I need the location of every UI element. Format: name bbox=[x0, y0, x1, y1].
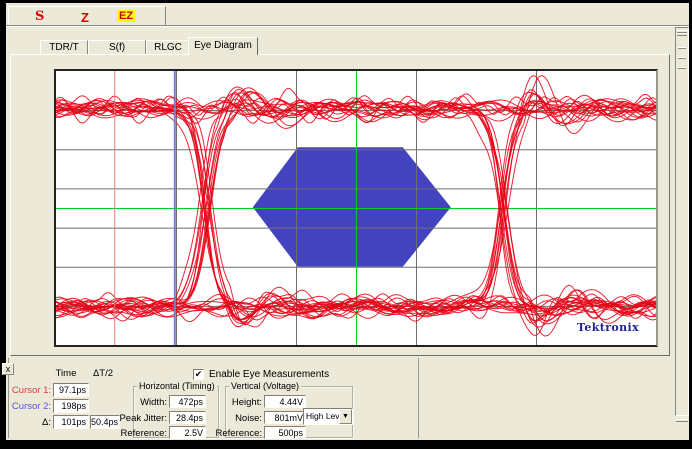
splitter-tick bbox=[678, 57, 686, 59]
noise-label: Noise: bbox=[210, 413, 262, 425]
tektronix-watermark: Tektronix bbox=[577, 321, 639, 334]
peak-jitter-label: Peak Jitter: bbox=[118, 413, 167, 425]
cursor1-time-field[interactable]: 97.1ps bbox=[53, 383, 89, 397]
enable-eye-measurements-checkbox[interactable]: ✔ bbox=[193, 369, 204, 380]
delta-half-field[interactable]: 50.4ps bbox=[90, 415, 120, 429]
width-label: Width: bbox=[118, 397, 167, 409]
app-window: S Z EZ TDR/T S(f) RLGC Eye Diagram 0s200… bbox=[0, 0, 692, 449]
toolbar-separator-highlight bbox=[6, 26, 689, 27]
splitter-grip[interactable] bbox=[677, 30, 687, 36]
z-line-icon[interactable]: Z bbox=[81, 10, 89, 25]
splitter-tick bbox=[678, 47, 686, 49]
eye-mask-hexagon bbox=[253, 147, 451, 266]
splitter-tick bbox=[678, 67, 686, 69]
column-header-delta-t2: ΔT/2 bbox=[86, 368, 120, 380]
horizontal-reference-field[interactable]: 2.5V bbox=[169, 426, 206, 439]
dropdown-arrow-icon[interactable]: ▼ bbox=[339, 409, 352, 424]
ez-icon[interactable]: EZ bbox=[117, 10, 135, 22]
splitter-bottom-grip[interactable] bbox=[676, 419, 688, 422]
tab-rlgc[interactable]: RLGC bbox=[146, 40, 190, 55]
noise-field[interactable]: 801mV bbox=[264, 411, 306, 424]
width-field[interactable]: 472ps bbox=[169, 395, 206, 408]
eye-diagram-plot[interactable]: Tektronix bbox=[54, 69, 658, 347]
close-measurement-panel-button[interactable]: x bbox=[2, 363, 14, 375]
vertical-reference-field[interactable]: 500ps bbox=[264, 426, 306, 439]
cursor2-time-field[interactable]: 198ps bbox=[53, 399, 89, 413]
height-label: Height: bbox=[210, 397, 262, 409]
horizontal-timing-title: Horizontal (Timing) bbox=[137, 381, 217, 391]
cursor1-label: Cursor 1: bbox=[10, 385, 51, 397]
right-splitter-scrollbar[interactable] bbox=[675, 27, 689, 416]
peak-jitter-field[interactable]: 28.4ps bbox=[169, 411, 206, 424]
column-header-time: Time bbox=[48, 368, 84, 380]
vertical-voltage-title: Vertical (Voltage) bbox=[229, 381, 301, 391]
tab-sf[interactable]: S(f) bbox=[88, 40, 146, 55]
s-parameters-icon[interactable]: S bbox=[35, 9, 44, 24]
cursor2-label: Cursor 2: bbox=[10, 401, 51, 413]
dock-divider bbox=[418, 358, 419, 438]
toolbar: S Z EZ bbox=[8, 6, 166, 27]
delta-time-field[interactable]: 101ps bbox=[53, 415, 89, 429]
tab-eye-diagram[interactable]: Eye Diagram bbox=[188, 37, 258, 55]
height-field[interactable]: 4.44V bbox=[264, 395, 306, 408]
enable-eye-measurements-label: Enable Eye Measurements bbox=[209, 369, 329, 380]
vertical-reference-label: Reference: bbox=[210, 428, 262, 440]
delta-label: Δ: bbox=[10, 417, 51, 429]
level-select-dropdown[interactable]: High Level ▼ bbox=[303, 408, 353, 425]
tab-tdrt[interactable]: TDR/T bbox=[40, 40, 88, 55]
horizontal-reference-label: Reference: bbox=[118, 428, 167, 440]
